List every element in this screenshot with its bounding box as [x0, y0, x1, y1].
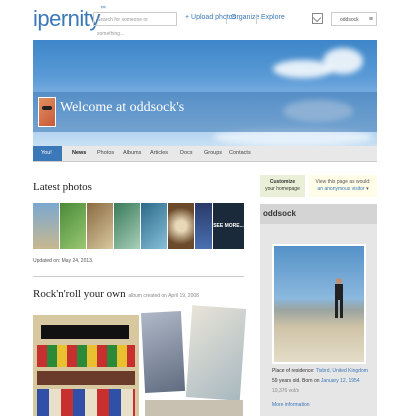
album-subtitle: album created on April 19, 2008: [128, 293, 199, 299]
view-as-selector[interactable]: View this page as would: an anonymous vi…: [309, 175, 377, 197]
latest-photos-heading: Latest photos: [33, 181, 92, 193]
age-line: 59 years old. Born on January 12, 1954: [272, 378, 360, 384]
username-label: oddsock: [340, 17, 359, 23]
more-information-link[interactable]: More information: [272, 402, 310, 408]
customize-sublabel: your homepage: [265, 186, 300, 192]
view-as-value[interactable]: an anonymous visitor: [317, 186, 364, 192]
tab-articles[interactable]: Articles: [150, 146, 168, 161]
customize-homepage-button[interactable]: Customize your homepage: [260, 175, 305, 197]
welcome-strip: Welcome at oddsock's: [33, 92, 377, 132]
photo-strip: SEE MORE...: [33, 203, 244, 249]
birth-date-link[interactable]: January 12, 1954: [321, 378, 360, 384]
mail-icon[interactable]: [312, 13, 323, 24]
album-title[interactable]: Rock'n'roll your own: [33, 288, 126, 300]
album-cover-image[interactable]: [33, 315, 139, 416]
see-more-button[interactable]: SEE MORE...: [213, 203, 244, 249]
upload-photos-link[interactable]: + Upload photos: [185, 14, 236, 21]
avatar[interactable]: [38, 97, 56, 127]
tag-count: 10,376 vol/s: [272, 388, 299, 394]
search-input[interactable]: Search for someone or something...: [93, 12, 177, 37]
photo-thumbnail[interactable]: [168, 203, 194, 249]
dropdown-arrow-icon[interactable]: ▾: [366, 186, 369, 192]
album-cover-image[interactable]: [185, 305, 247, 401]
explore-link[interactable]: Explore: [261, 14, 285, 21]
customize-label: Customize: [269, 179, 296, 185]
photo-thumbnail[interactable]: [33, 203, 59, 249]
album-cover-image[interactable]: [145, 400, 243, 416]
user-menu[interactable]: oddsock ≡: [331, 12, 377, 26]
tab-groups[interactable]: Groups: [204, 146, 222, 161]
view-as-label: View this page as would:: [315, 179, 371, 185]
tab-albums[interactable]: Albums: [123, 146, 141, 161]
photo-thumbnail[interactable]: [60, 203, 86, 249]
nav-divider: [226, 14, 227, 24]
residence-label: Place of residence:: [272, 368, 315, 374]
tab-you[interactable]: You!: [33, 146, 62, 161]
profile-tabs: You! News Photos Albums Articles Docs Gr…: [33, 146, 377, 162]
age-text: 59 years old. Born on: [272, 378, 320, 384]
nav-divider: [256, 14, 257, 24]
person-figure: [334, 278, 344, 318]
section-divider: [33, 276, 244, 277]
album-cover-image[interactable]: [140, 311, 186, 393]
tab-contacts[interactable]: Contacts: [229, 146, 251, 161]
cover-band: [41, 325, 129, 339]
profile-name: oddsock: [260, 204, 377, 224]
residence-line: Place of residence: Tisbrd, United Kingd…: [272, 368, 368, 374]
residence-link[interactable]: Tisbrd, United Kingdom: [316, 368, 368, 374]
cover-flags: [37, 345, 135, 367]
menu-icon[interactable]: ≡: [369, 13, 373, 27]
photo-thumbnail[interactable]: [141, 203, 167, 249]
profile-box: oddsock Place of residence: Tisbrd, Unit…: [260, 204, 377, 416]
tab-news[interactable]: News: [72, 146, 86, 161]
photo-thumbnail[interactable]: [87, 203, 113, 249]
profile-photo[interactable]: [272, 244, 366, 364]
album-heading: Rock'n'roll your own album created on Ap…: [33, 288, 199, 300]
cover-flags: [37, 389, 135, 416]
photo-thumbnail[interactable]: [114, 203, 140, 249]
photo-thumbnail[interactable]: [195, 203, 212, 249]
welcome-title: Welcome at oddsock's: [60, 100, 185, 115]
updated-date: Updated on: May 24, 2013.: [33, 258, 94, 264]
tab-photos[interactable]: Photos: [97, 146, 114, 161]
tab-docs[interactable]: Docs: [180, 146, 193, 161]
profile-banner: Welcome at oddsock's: [33, 40, 377, 146]
cover-band: [37, 371, 135, 385]
top-bar: ipernity™ Search for someone or somethin…: [0, 0, 416, 38]
cloud-shape: [323, 48, 363, 74]
